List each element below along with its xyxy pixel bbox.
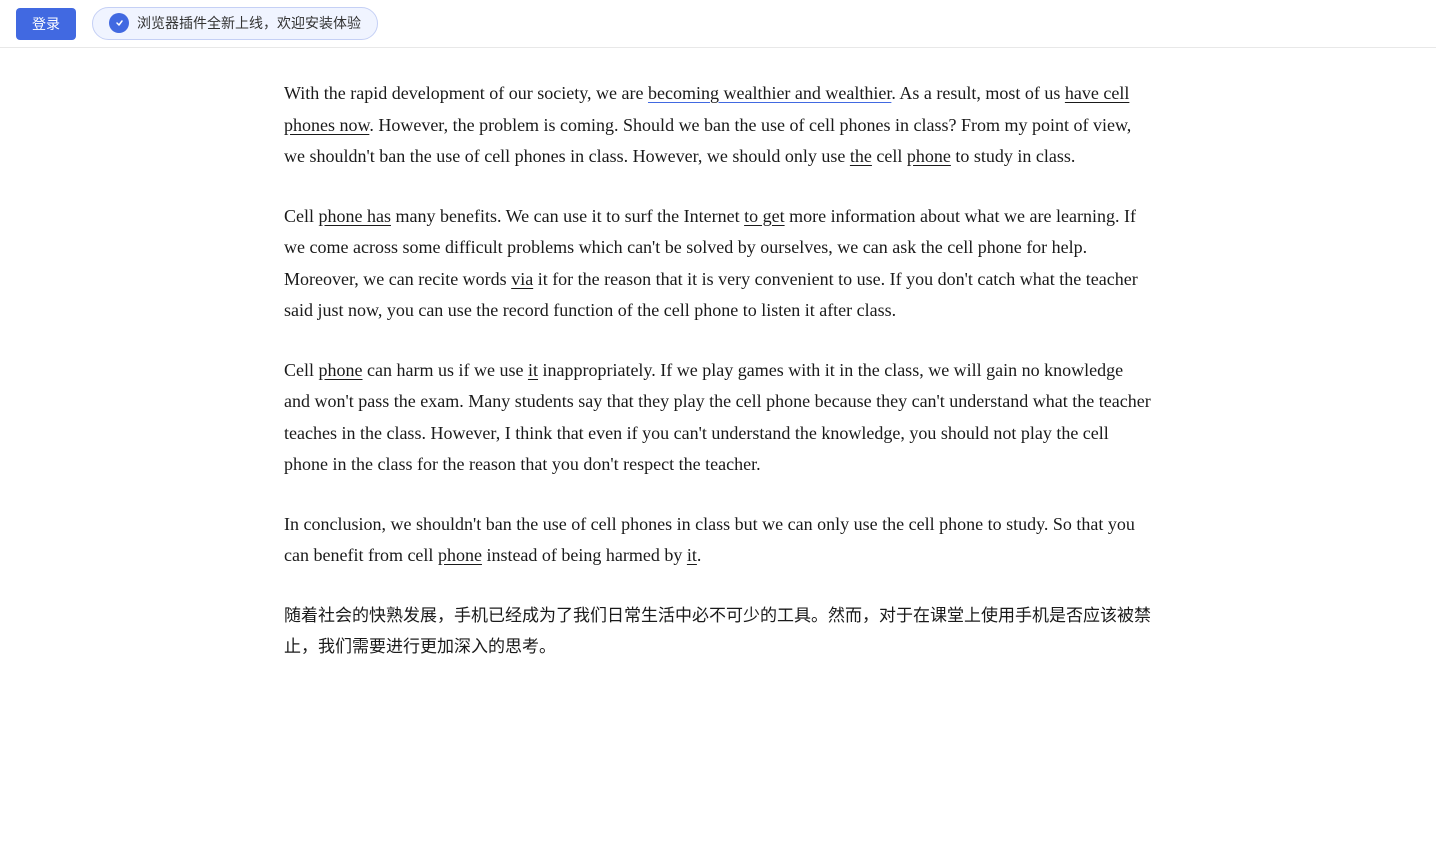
paragraph-5-chinese: 随着社会的快熟发展，手机已经成为了我们日常生活中必不可少的工具。然而，对于在课堂… [284,600,1152,663]
p4-text-start: In conclusion, we shouldn't ban the use … [284,514,1135,566]
p1-underline-phone: phone [907,146,951,166]
main-content: With the rapid development of our societ… [0,48,1436,730]
p1-underline-becoming: becoming wealthier and wealthier [648,83,891,103]
p5-chinese-text: 随着社会的快熟发展，手机已经成为了我们日常生活中必不可少的工具。然而，对于在课堂… [284,606,1151,656]
plugin-icon [109,13,129,33]
paragraph-1: With the rapid development of our societ… [284,78,1152,173]
p3-underline-it: it [528,360,538,380]
p1-text-4: cell [872,146,907,166]
p1-text-5: to study in class. [951,146,1076,166]
p1-text-2: . As a result, most of us [891,83,1065,103]
p2-underline-via: via [511,269,533,289]
p1-text-start: With the rapid development of our societ… [284,83,648,103]
plugin-notice-text: 浏览器插件全新上线，欢迎安装体验 [137,12,361,36]
p2-text-2: many benefits. We can use it to surf the… [391,206,744,226]
p3-underline-phone: phone [319,360,363,380]
p2-underline-to-get: to get [744,206,785,226]
p4-underline-it: it [687,545,697,565]
p2-underline-phone-has: phone has [319,206,391,226]
p2-text-start: Cell [284,206,319,226]
p4-text-2: instead of being harmed by [482,545,687,565]
p4-text-3: . [697,545,702,565]
p3-text-start: Cell [284,360,319,380]
p4-underline-phone: phone [438,545,482,565]
plugin-notice-banner[interactable]: 浏览器插件全新上线，欢迎安装体验 [92,7,378,41]
paragraph-2: Cell phone has many benefits. We can use… [284,201,1152,327]
paragraph-4: In conclusion, we shouldn't ban the use … [284,509,1152,572]
p1-underline-the: the [850,146,872,166]
p3-text-2: can harm us if we use [363,360,528,380]
paragraph-3: Cell phone can harm us if we use it inap… [284,355,1152,481]
topbar: 登录 浏览器插件全新上线，欢迎安装体验 [0,0,1436,48]
login-button[interactable]: 登录 [16,8,76,40]
